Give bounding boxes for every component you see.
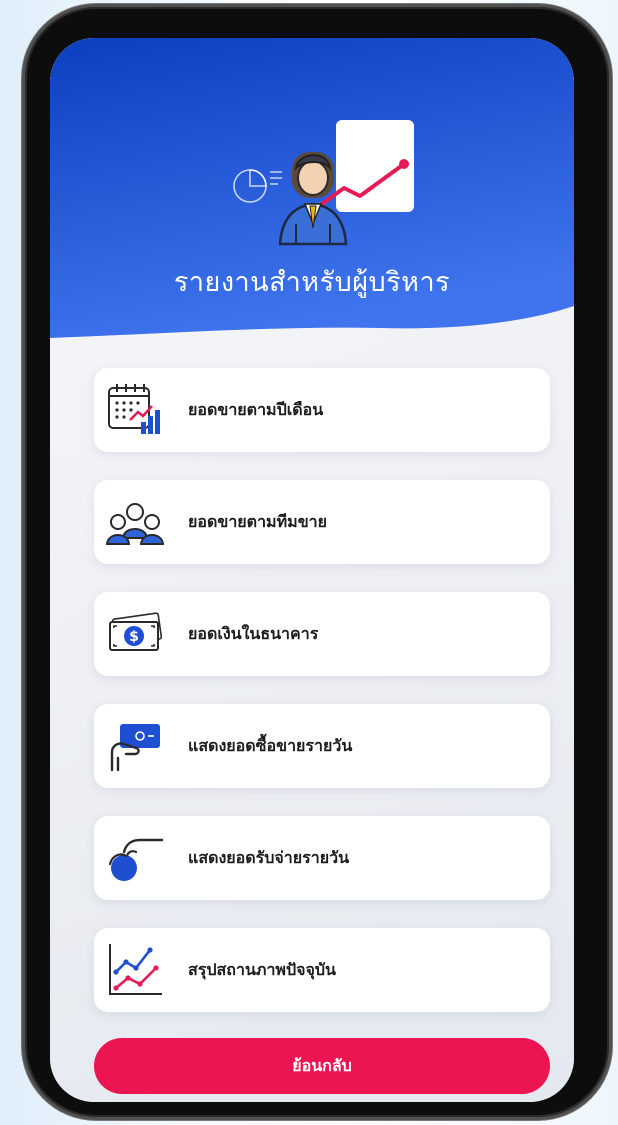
calendar-chart-icon	[108, 384, 160, 434]
menu-item-label: ยอดขายตามปีเดือน	[188, 400, 324, 419]
app-screen: รายงานสำหรับผู้บริหาร ยอดขายตามปีเดือน ย…	[50, 38, 574, 1102]
header-banner: รายงานสำหรับผู้บริหาร	[50, 38, 574, 338]
menu-item-label: สรุปสถานภาพปัจจุบัน	[188, 960, 336, 979]
menu-item-sales-by-team[interactable]: ยอดขายตามทีมขาย	[94, 480, 550, 564]
trend-chart-icon	[109, 944, 162, 995]
executive-report-icon	[233, 120, 414, 246]
menu-item-bank-balance[interactable]: $ ยอดเงินในธนาคาร	[94, 592, 550, 676]
hand-coin-icon	[108, 838, 164, 881]
sales-team-icon	[106, 503, 164, 545]
page-title: รายงานสำหรับผู้บริหาร	[173, 267, 451, 298]
menu-item-label: ยอดเงินในธนาคาร	[188, 624, 319, 643]
menu-item-current-status-summary[interactable]: สรุปสถานภาพปัจจุบัน	[94, 928, 550, 1012]
menu-item-label: แสดงยอดซื้อขายรายวัน	[188, 736, 353, 755]
hand-card-icon	[110, 724, 160, 772]
menu-item-label: แสดงยอดรับจ่ายรายวัน	[188, 848, 350, 867]
back-button[interactable]: ย้อนกลับ	[94, 1038, 550, 1094]
menu-item-daily-buy-sell[interactable]: แสดงยอดซื้อขายรายวัน	[94, 704, 550, 788]
svg-text:$: $	[129, 629, 139, 645]
menu-item-label: ยอดขายตามทีมขาย	[188, 512, 327, 531]
menu-item-daily-receipts-payments[interactable]: แสดงยอดรับจ่ายรายวัน	[94, 816, 550, 900]
menu-item-sales-by-year-month[interactable]: ยอดขายตามปีเดือน	[94, 368, 550, 452]
banknote-icon: $	[109, 612, 163, 651]
